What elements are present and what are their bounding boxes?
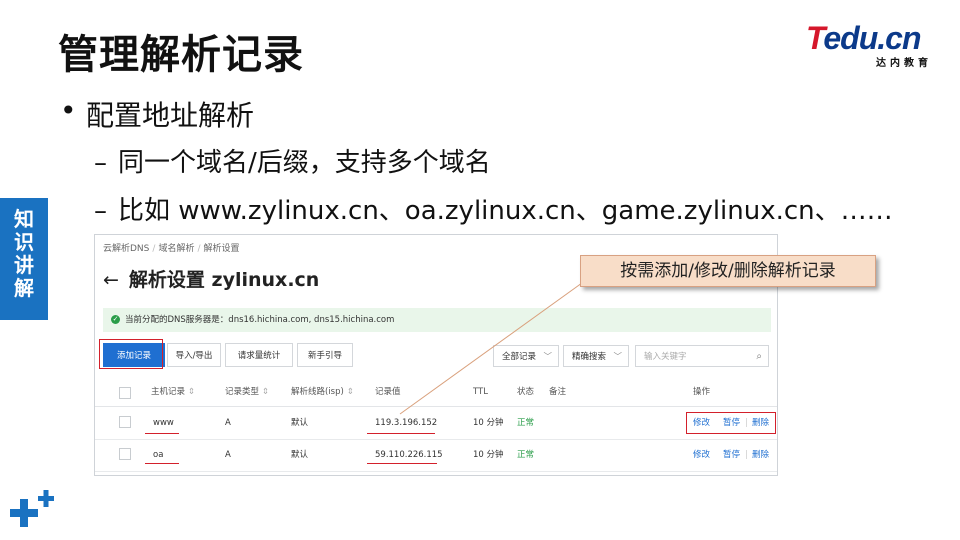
callout-box: 按需添加/修改/删除解析记录 — [580, 255, 876, 287]
